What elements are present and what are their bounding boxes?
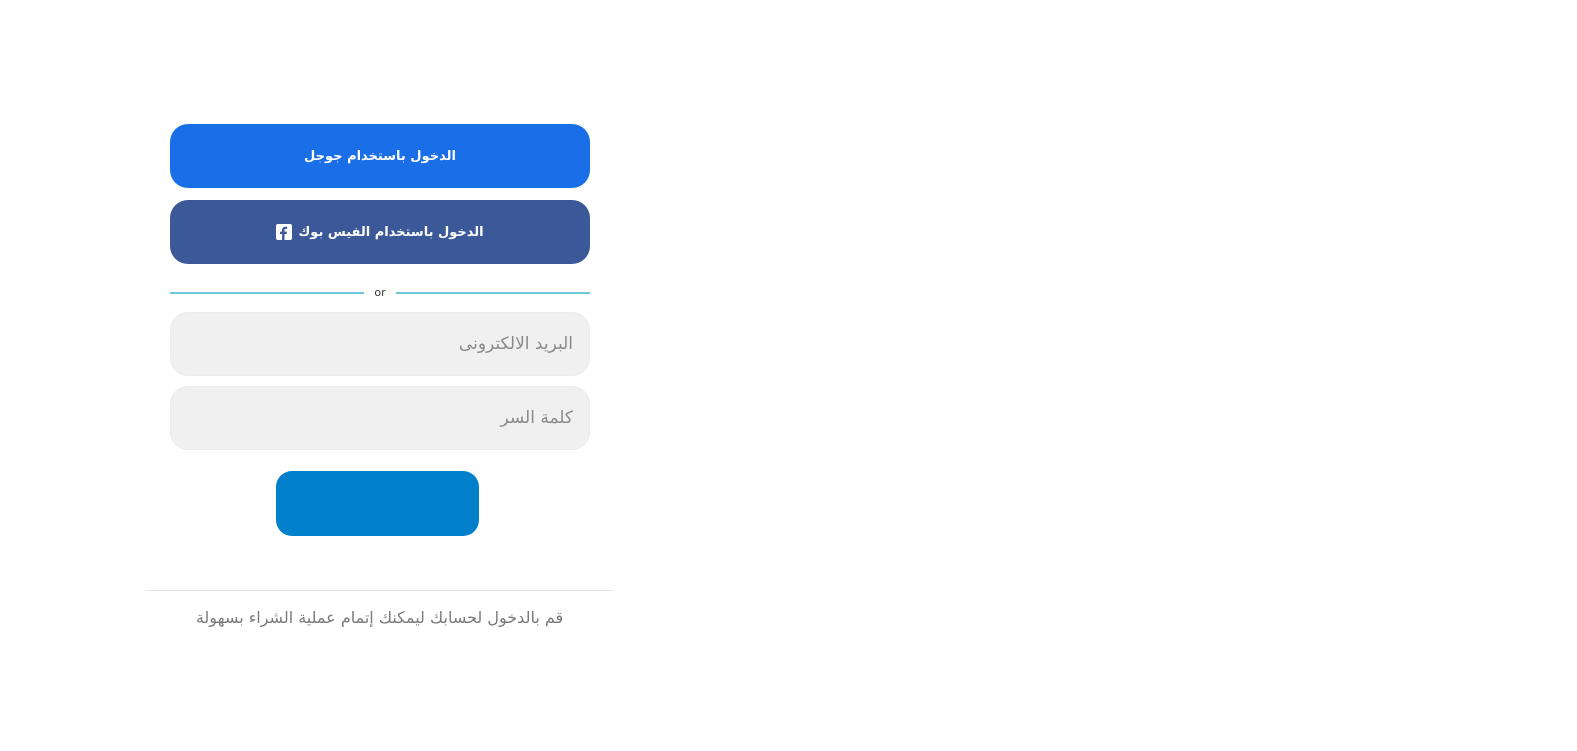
footer: قم بالدخول لحسابك ليمكنك إتمام عملية الش…: [146, 590, 613, 627]
footer-divider: [146, 590, 613, 591]
facebook-login-label: الدخول باستخدام الفيس بوك: [298, 224, 484, 240]
facebook-login-button[interactable]: الدخول باستخدام الفيس بوك: [170, 200, 590, 264]
divider-line-right: [396, 292, 590, 294]
facebook-icon: [276, 224, 293, 240]
google-login-label: الدخول باستخدام جوجل: [304, 148, 456, 164]
email-field[interactable]: [170, 312, 590, 376]
google-login-button[interactable]: الدخول باستخدام جوجل: [170, 124, 590, 188]
login-submit-button[interactable]: [276, 471, 479, 536]
divider-line-left: [170, 292, 364, 294]
password-field[interactable]: [170, 386, 590, 450]
login-panel: الدخول باستخدام جوجل الدخول باستخدام الف…: [170, 124, 590, 536]
or-divider: or: [170, 286, 590, 300]
footer-message: قم بالدخول لحسابك ليمكنك إتمام عملية الش…: [195, 608, 564, 627]
divider-or-text: or: [374, 286, 386, 299]
